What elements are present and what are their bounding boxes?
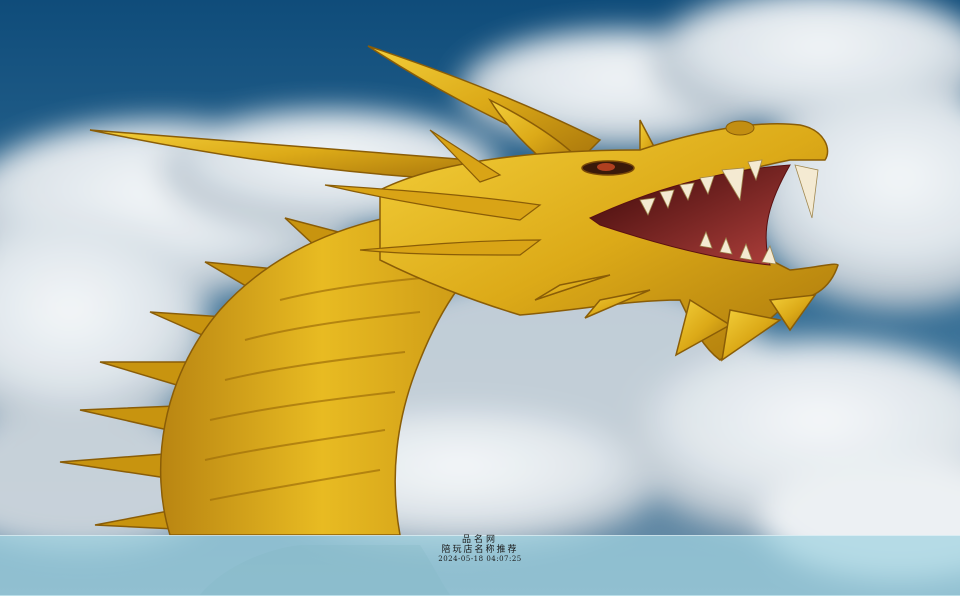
caption-title: 陪玩店名称推荐 — [441, 545, 519, 555]
dragon-nostril — [725, 120, 755, 136]
caption-timestamp: 2024-05-18 04:07:25 — [438, 555, 522, 563]
dragon-photo — [0, 0, 960, 595]
dragon-eye — [581, 160, 635, 176]
caption-site-name: 品名网 — [461, 535, 498, 545]
